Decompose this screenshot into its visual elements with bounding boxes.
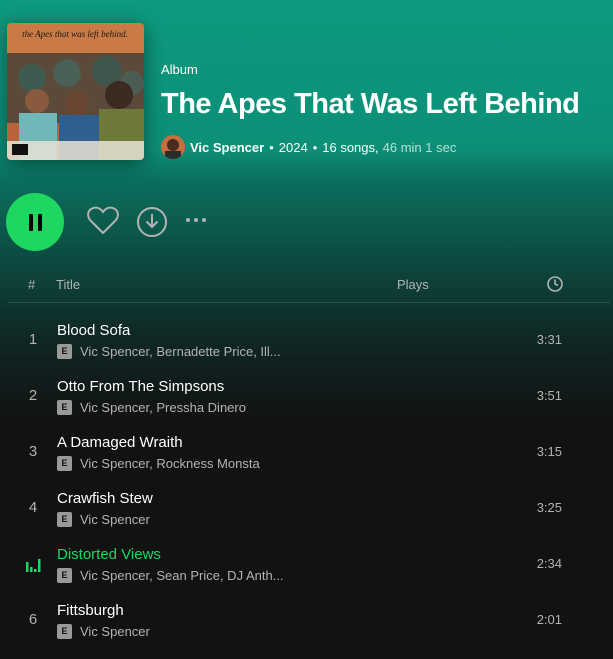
track-artists: E Vic Spencer xyxy=(57,512,150,527)
download-icon[interactable] xyxy=(136,206,168,238)
album-meta: Album The Apes That Was Left Behind Vic … xyxy=(161,62,606,160)
column-title: Title xyxy=(56,277,81,292)
column-plays: Plays xyxy=(397,277,429,292)
track-row-now-playing[interactable]: Distorted Views E Vic Spencer, Sean Pric… xyxy=(0,536,613,592)
track-artists: E Vic Spencer, Rockness Monsta xyxy=(57,456,260,471)
explicit-badge: E xyxy=(57,344,72,359)
track-row[interactable]: 4 Crawfish Stew E Vic Spencer 3:25 xyxy=(0,480,613,536)
track-duration: 2:01 xyxy=(536,612,562,627)
artist-link[interactable]: Vic Spencer xyxy=(190,140,264,155)
track-title[interactable]: Otto From The Simpsons xyxy=(57,378,224,395)
track-artists: E Vic Spencer xyxy=(57,624,150,639)
track-artists: E Vic Spencer, Pressha Dinero xyxy=(57,400,246,415)
tracklist: 1 Blood Sofa E Vic Spencer, Bernadette P… xyxy=(0,312,613,648)
track-row[interactable]: 3 A Damaged Wraith E Vic Spencer, Rockne… xyxy=(0,424,613,480)
album-title: The Apes That Was Left Behind xyxy=(161,88,580,120)
track-artist-names[interactable]: Vic Spencer xyxy=(80,624,150,639)
track-title[interactable]: A Damaged Wraith xyxy=(57,434,183,451)
explicit-badge: E xyxy=(57,456,72,471)
album-type-label: Album xyxy=(161,62,198,77)
track-number: 3 xyxy=(28,443,38,460)
clock-icon xyxy=(546,275,564,293)
tracklist-header: # Title Plays xyxy=(8,270,610,303)
explicit-badge: E xyxy=(57,400,72,415)
track-artist-names[interactable]: Vic Spencer, Rockness Monsta xyxy=(80,456,260,471)
artist-avatar[interactable] xyxy=(161,135,185,159)
track-row[interactable]: 2 Otto From The Simpsons E Vic Spencer, … xyxy=(0,368,613,424)
pause-button[interactable] xyxy=(6,193,64,251)
track-number: 2 xyxy=(28,387,38,404)
byline-separator: • xyxy=(312,139,318,155)
explicit-badge: E xyxy=(57,624,72,639)
track-row[interactable]: 6 Fittsburgh E Vic Spencer 2:01 xyxy=(0,592,613,648)
heart-icon[interactable] xyxy=(86,205,120,237)
album-year: 2024 xyxy=(278,139,308,155)
track-duration: 3:15 xyxy=(536,444,562,459)
track-title[interactable]: Blood Sofa xyxy=(57,322,130,339)
album-header: the Apes that was left behind. Album The… xyxy=(0,0,613,177)
explicit-badge: E xyxy=(57,568,72,583)
track-artists: E Vic Spencer, Sean Price, DJ Anth... xyxy=(57,568,284,583)
track-number: 4 xyxy=(28,499,38,516)
byline-separator: • xyxy=(269,139,274,155)
album-duration: 46 min 1 sec xyxy=(382,139,457,155)
track-duration: 3:51 xyxy=(536,388,562,403)
track-duration: 2:34 xyxy=(536,556,562,571)
pause-icon xyxy=(28,213,42,231)
track-artists: E Vic Spencer, Bernadette Price, Ill... xyxy=(57,344,281,359)
explicit-badge: E xyxy=(57,512,72,527)
track-number: 1 xyxy=(28,331,38,348)
album-song-count: 16 songs, xyxy=(322,139,379,155)
action-bar xyxy=(0,190,613,254)
album-cover[interactable]: the Apes that was left behind. xyxy=(7,23,144,160)
track-artist-names[interactable]: Vic Spencer, Pressha Dinero xyxy=(80,400,246,415)
more-icon[interactable] xyxy=(186,212,216,228)
track-duration: 3:31 xyxy=(536,332,562,347)
track-artist-names[interactable]: Vic Spencer, Sean Price, DJ Anth... xyxy=(80,568,284,583)
track-title[interactable]: Fittsburgh xyxy=(57,602,124,619)
track-duration: 3:25 xyxy=(536,500,562,515)
track-artist-names[interactable]: Vic Spencer xyxy=(80,512,150,527)
track-artist-names[interactable]: Vic Spencer, Bernadette Price, Ill... xyxy=(80,344,281,359)
track-number: 6 xyxy=(28,611,38,628)
now-playing-equalizer-icon xyxy=(25,556,41,572)
track-row[interactable]: 1 Blood Sofa E Vic Spencer, Bernadette P… xyxy=(0,312,613,368)
column-number: # xyxy=(28,277,36,292)
cover-title-text: the Apes that was left behind. xyxy=(22,29,128,39)
track-title[interactable]: Distorted Views xyxy=(57,546,161,563)
album-byline: Vic Spencer • 2024 • 16 songs, 46 min 1 … xyxy=(161,134,606,160)
track-title[interactable]: Crawfish Stew xyxy=(57,490,153,507)
